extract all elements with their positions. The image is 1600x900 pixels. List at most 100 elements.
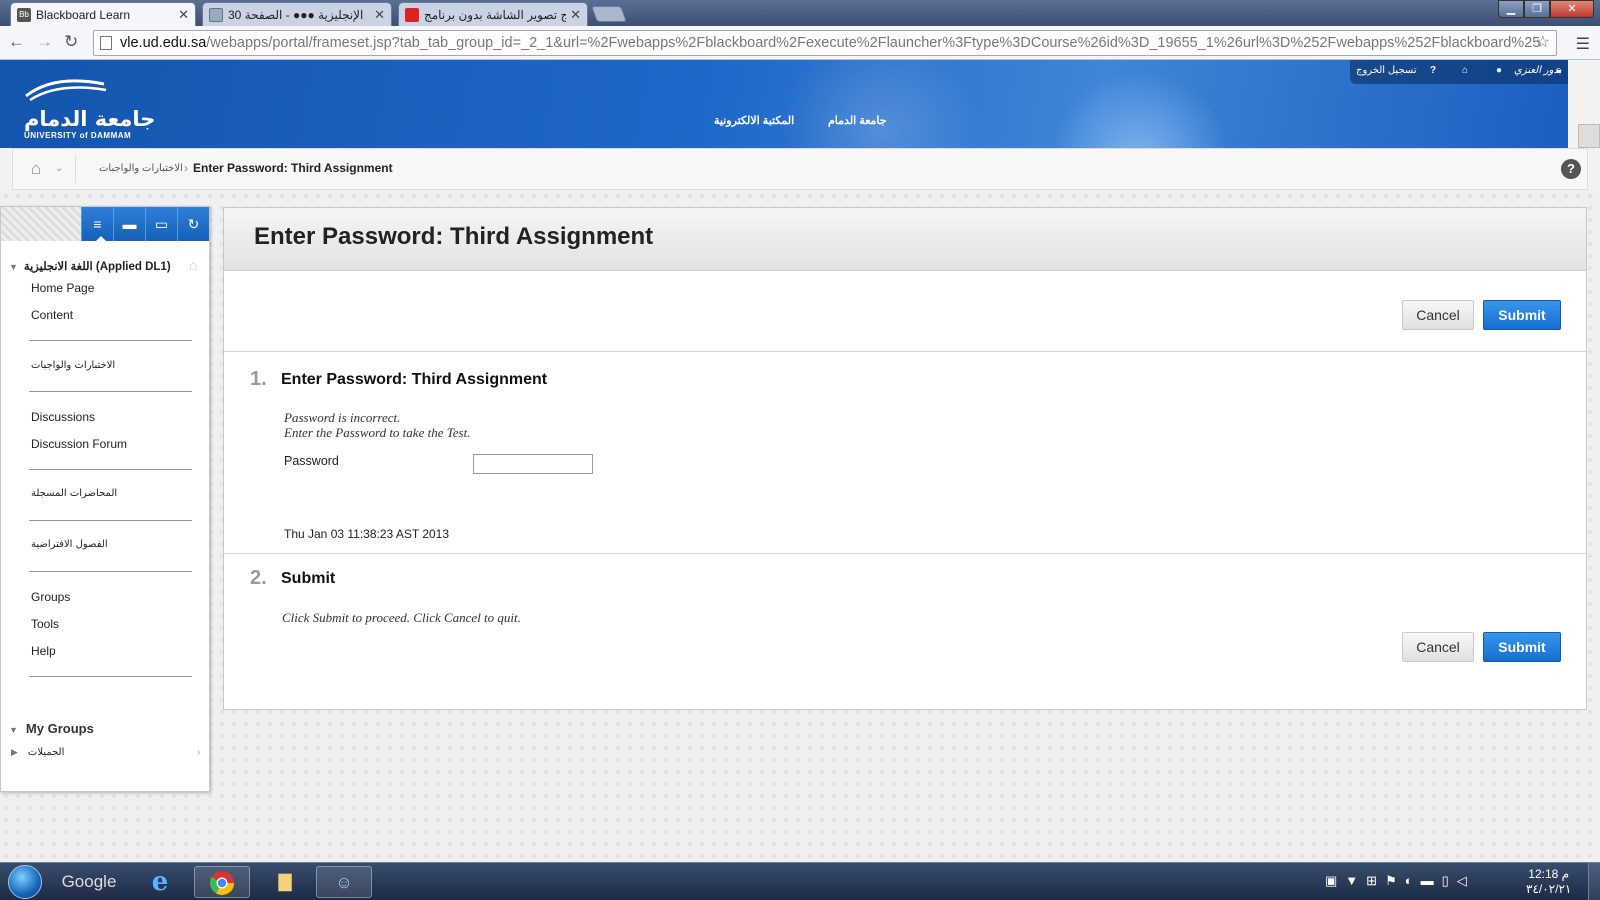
tray-app-icon[interactable]: ▬ <box>1421 873 1442 888</box>
volume-icon[interactable]: ◁ <box>1457 873 1475 888</box>
help-icon[interactable]: ? <box>1561 159 1581 179</box>
breadcrumb-home-icon[interactable]: ⌂ <box>31 159 41 179</box>
menu-item-discussions[interactable]: Discussions <box>31 410 95 424</box>
chrome-taskbar-button[interactable] <box>194 866 250 898</box>
my-groups-heading[interactable]: ▼ My Groups <box>9 721 94 736</box>
submit-button[interactable]: Submit <box>1483 300 1561 330</box>
file-explorer-icon[interactable]: ▇ <box>260 866 310 898</box>
user-icon: ● <box>1496 65 1503 76</box>
nav-link-university[interactable]: جامعة الدمام <box>828 114 887 127</box>
menu-item-discussion-forum[interactable]: Discussion Forum <box>31 437 127 451</box>
menu-item-tools[interactable]: Tools <box>31 617 59 631</box>
logout-link[interactable]: تسجيل الخروج <box>1356 65 1417 76</box>
header-decoration <box>780 60 980 148</box>
menu-item-virtual-classes[interactable]: الفصول الافتراضية <box>31 539 108 550</box>
forward-icon[interactable]: → <box>36 32 53 52</box>
system-tray: ▣▼⊞⚑◐▬▯◁ <box>1325 873 1475 889</box>
instruction-text: Enter the Password to take the Test. <box>284 425 471 440</box>
close-tab-icon[interactable]: ✕ <box>374 7 385 23</box>
window-view-icon[interactable]: ▭ <box>145 207 177 241</box>
nav-link-library[interactable]: المكتبة الالكترونية <box>714 114 794 127</box>
folder-view-icon[interactable]: ▬ <box>113 207 145 241</box>
blackboard-favicon-icon: Bb <box>17 7 31 22</box>
password-label: Password <box>284 454 339 468</box>
password-field[interactable] <box>473 454 593 474</box>
divider <box>224 351 1586 352</box>
browser-tab-strip: Bb Blackboard Learn ✕ الإنجليزية ●●● - ا… <box>0 0 1600 26</box>
cancel-button[interactable]: Cancel <box>1402 300 1474 330</box>
menu-item-groups[interactable]: Groups <box>31 590 70 604</box>
breadcrumb-current: Enter Password: Third Assignment <box>193 161 393 175</box>
window-controls: ▁ ❐ ✕ <box>1498 0 1594 18</box>
tray-app-icon[interactable]: ▣ <box>1325 873 1345 888</box>
battery-icon[interactable]: ▯ <box>1442 873 1457 888</box>
page-favicon-icon <box>209 7 223 22</box>
menu-item-home-page[interactable]: Home Page <box>31 281 94 295</box>
taskbar: Google e ▇ ☺ ▣▼⊞⚑◐▬▯◁ 12:18 م ٣٤/٠٢/٢١ <box>0 862 1600 900</box>
logo-arabic-text: جامعة الدمام <box>24 107 156 131</box>
page-title: Enter Password: Third Assignment <box>254 223 654 250</box>
close-window-icon[interactable]: ✕ <box>1550 0 1594 18</box>
tab-label: Blackboard Learn <box>36 7 131 22</box>
course-home-icon[interactable]: ⌂ <box>189 257 197 273</box>
chevron-right-icon[interactable]: › <box>197 747 200 758</box>
menu-item-tests-assignments[interactable]: الاختبارات والواجبات <box>31 360 115 371</box>
expand-triangle-icon[interactable]: ▶ <box>11 747 18 757</box>
minimize-icon[interactable]: ▁ <box>1498 0 1524 18</box>
site-header: جامعة الدمام UNIVERSITY of DAMMAM المكتب… <box>0 60 1568 148</box>
lock-icon: 🔒︎ <box>1556 65 1562 76</box>
divider <box>224 553 1586 554</box>
address-bar[interactable]: vle.ud.edu.sa/webapps/portal/frameset.js… <box>93 30 1557 56</box>
maximize-icon[interactable]: ❐ <box>1524 0 1550 18</box>
system-clock[interactable]: 12:18 م ٣٤/٠٢/٢١ <box>1526 867 1571 897</box>
divider <box>29 676 192 677</box>
group-item[interactable]: ▶ الجميلات <box>11 747 64 758</box>
refresh-icon[interactable]: ↻ <box>177 207 209 241</box>
show-desktop-button[interactable] <box>1588 863 1600 900</box>
close-tab-icon[interactable]: ✕ <box>570 7 581 23</box>
divider <box>29 520 192 521</box>
menu-item-content[interactable]: Content <box>31 308 73 322</box>
start-button[interactable] <box>8 865 42 899</box>
google-taskbar-button[interactable]: Google <box>58 866 120 898</box>
shield-icon[interactable]: ▼ <box>1345 873 1366 888</box>
side-panel-toggle[interactable] <box>1578 124 1600 148</box>
tab-label: ج تصوير الشاشة بدون برنامج <box>424 7 567 22</box>
user-bar: تسجيل الخروج ? ⌂ ● بدور العنزي 🔒︎ <box>1350 60 1568 84</box>
network-icon[interactable]: ⊞ <box>1366 873 1385 888</box>
menu-item-help[interactable]: Help <box>31 644 56 658</box>
course-title[interactable]: ▼ اللغة الانجليزية (Applied DL1) <box>9 259 171 273</box>
home-icon[interactable]: ⌂ <box>1462 65 1468 76</box>
collapse-triangle-icon[interactable]: ▼ <box>9 725 18 735</box>
close-tab-icon[interactable]: ✕ <box>178 7 189 23</box>
browser-toolbar: ← → ↻ vle.ud.edu.sa/webapps/portal/frame… <box>0 26 1600 60</box>
course-menu: ≡ ▬ ▭ ↻ ▼ اللغة الانجليزية (Applied DL1) … <box>0 206 210 792</box>
bookmark-star-icon[interactable]: ☆ <box>1536 31 1550 55</box>
cancel-button[interactable]: Cancel <box>1402 632 1474 662</box>
collapse-triangle-icon[interactable]: ▼ <box>9 262 18 272</box>
chevron-down-icon[interactable]: ⌄ <box>55 163 63 174</box>
tab-english-page[interactable]: الإنجليزية ●●● - الصفحة 30 ✕ <box>202 2 392 26</box>
university-logo[interactable]: جامعة الدمام UNIVERSITY of DAMMAM <box>24 78 155 140</box>
submit-instruction: Click Submit to proceed. Click Cancel to… <box>282 610 521 625</box>
tray-app-icon[interactable]: ◐ <box>1405 873 1421 888</box>
menu-item-recorded-lectures[interactable]: المحاضرات المسجلة <box>31 488 117 499</box>
error-message: Password is incorrect. <box>284 410 401 425</box>
chrome-menu-icon[interactable]: ☰ <box>1576 34 1590 54</box>
reload-icon[interactable]: ↻ <box>64 32 78 52</box>
list-view-icon[interactable]: ≡ <box>81 207 113 242</box>
back-icon[interactable]: ← <box>8 32 25 52</box>
help-icon[interactable]: ? <box>1430 65 1436 76</box>
divider <box>75 155 76 183</box>
step-number: 2. <box>250 567 267 589</box>
new-tab-button[interactable] <box>591 6 627 22</box>
tab-youtube[interactable]: ج تصوير الشاشة بدون برنامج ✕ <box>398 2 588 26</box>
header-decoration <box>1050 70 1230 148</box>
breadcrumb-parent[interactable]: الاختبارات والواجبات <box>99 163 183 174</box>
submit-button[interactable]: Submit <box>1483 632 1561 662</box>
messenger-icon[interactable]: ☺ <box>316 866 372 898</box>
internet-explorer-icon[interactable]: e <box>140 866 180 898</box>
flag-icon[interactable]: ⚑ <box>1385 873 1405 888</box>
tab-blackboard[interactable]: Bb Blackboard Learn ✕ <box>10 2 196 26</box>
user-name[interactable]: بدور العنزي <box>1514 65 1561 76</box>
